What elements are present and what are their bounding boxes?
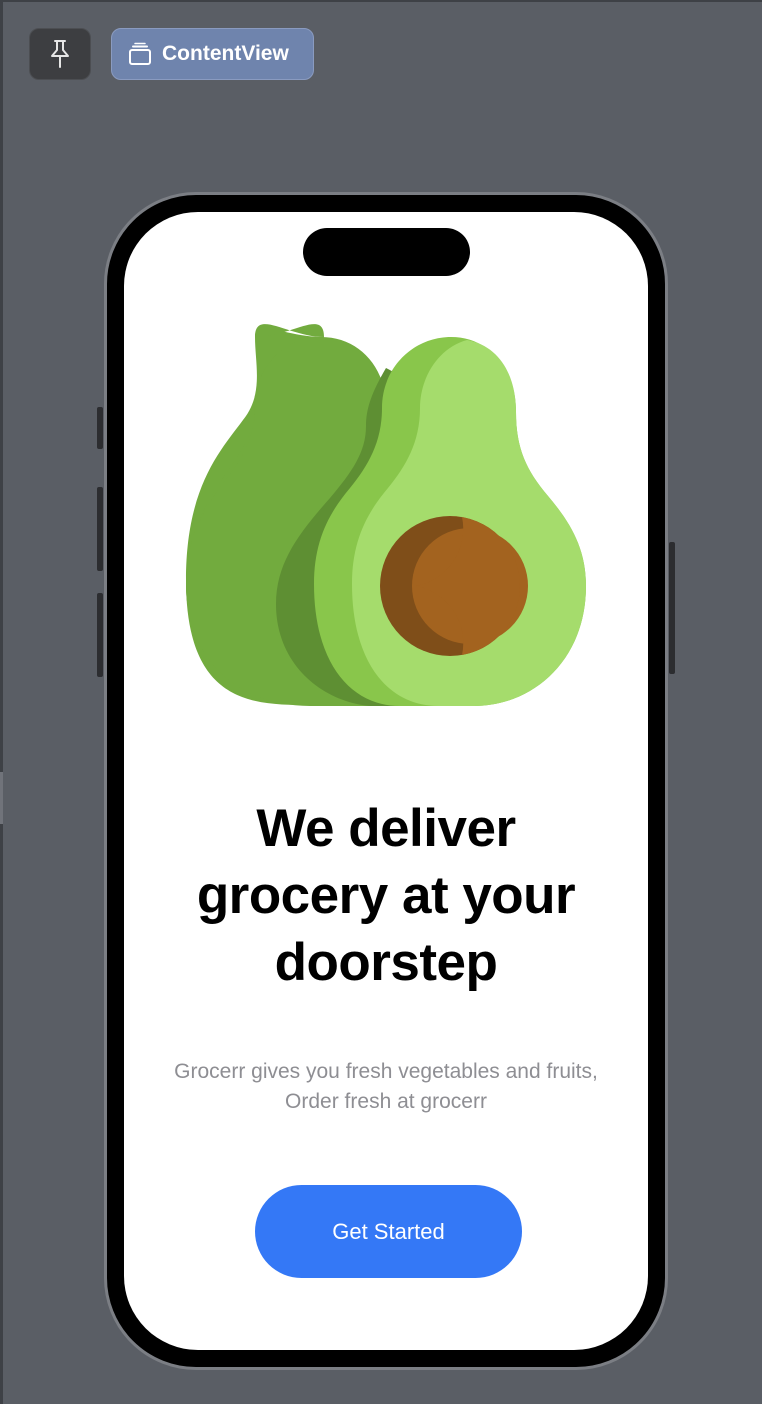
get-started-button[interactable]: Get Started: [255, 1185, 522, 1278]
stack-icon: [129, 42, 151, 65]
canvas-edge-marker: [0, 772, 3, 824]
power-button: [669, 542, 675, 674]
preview-canvas: ContentView We deliver grocery at your d…: [0, 0, 762, 1404]
subtitle-line-1: Grocerr gives you fresh vegetables and f…: [174, 1060, 598, 1083]
subtitle-text: Grocerr gives you fresh vegetables and f…: [124, 1057, 648, 1117]
subtitle-line-2: Order fresh at grocerr: [285, 1090, 487, 1113]
contentview-label: ContentView: [162, 42, 289, 65]
pin-icon: [51, 40, 69, 68]
action-button: [97, 407, 103, 449]
headline-line-2: grocery at your: [196, 866, 576, 925]
avocado-illustration: [186, 324, 586, 706]
contentview-selector-button[interactable]: ContentView: [111, 28, 314, 80]
volume-up-button: [97, 487, 103, 571]
headline-line-3: doorstep: [274, 933, 498, 992]
phone-screen: We deliver grocery at your doorstep Groc…: [124, 212, 648, 1350]
headline: We deliver grocery at your doorstep: [124, 795, 648, 996]
pin-preview-button[interactable]: [29, 28, 91, 80]
volume-down-button: [97, 593, 103, 677]
get-started-label: Get Started: [332, 1218, 445, 1244]
iphone-device-frame: We deliver grocery at your doorstep Groc…: [97, 192, 675, 1370]
headline-line-1: We deliver: [256, 799, 516, 858]
